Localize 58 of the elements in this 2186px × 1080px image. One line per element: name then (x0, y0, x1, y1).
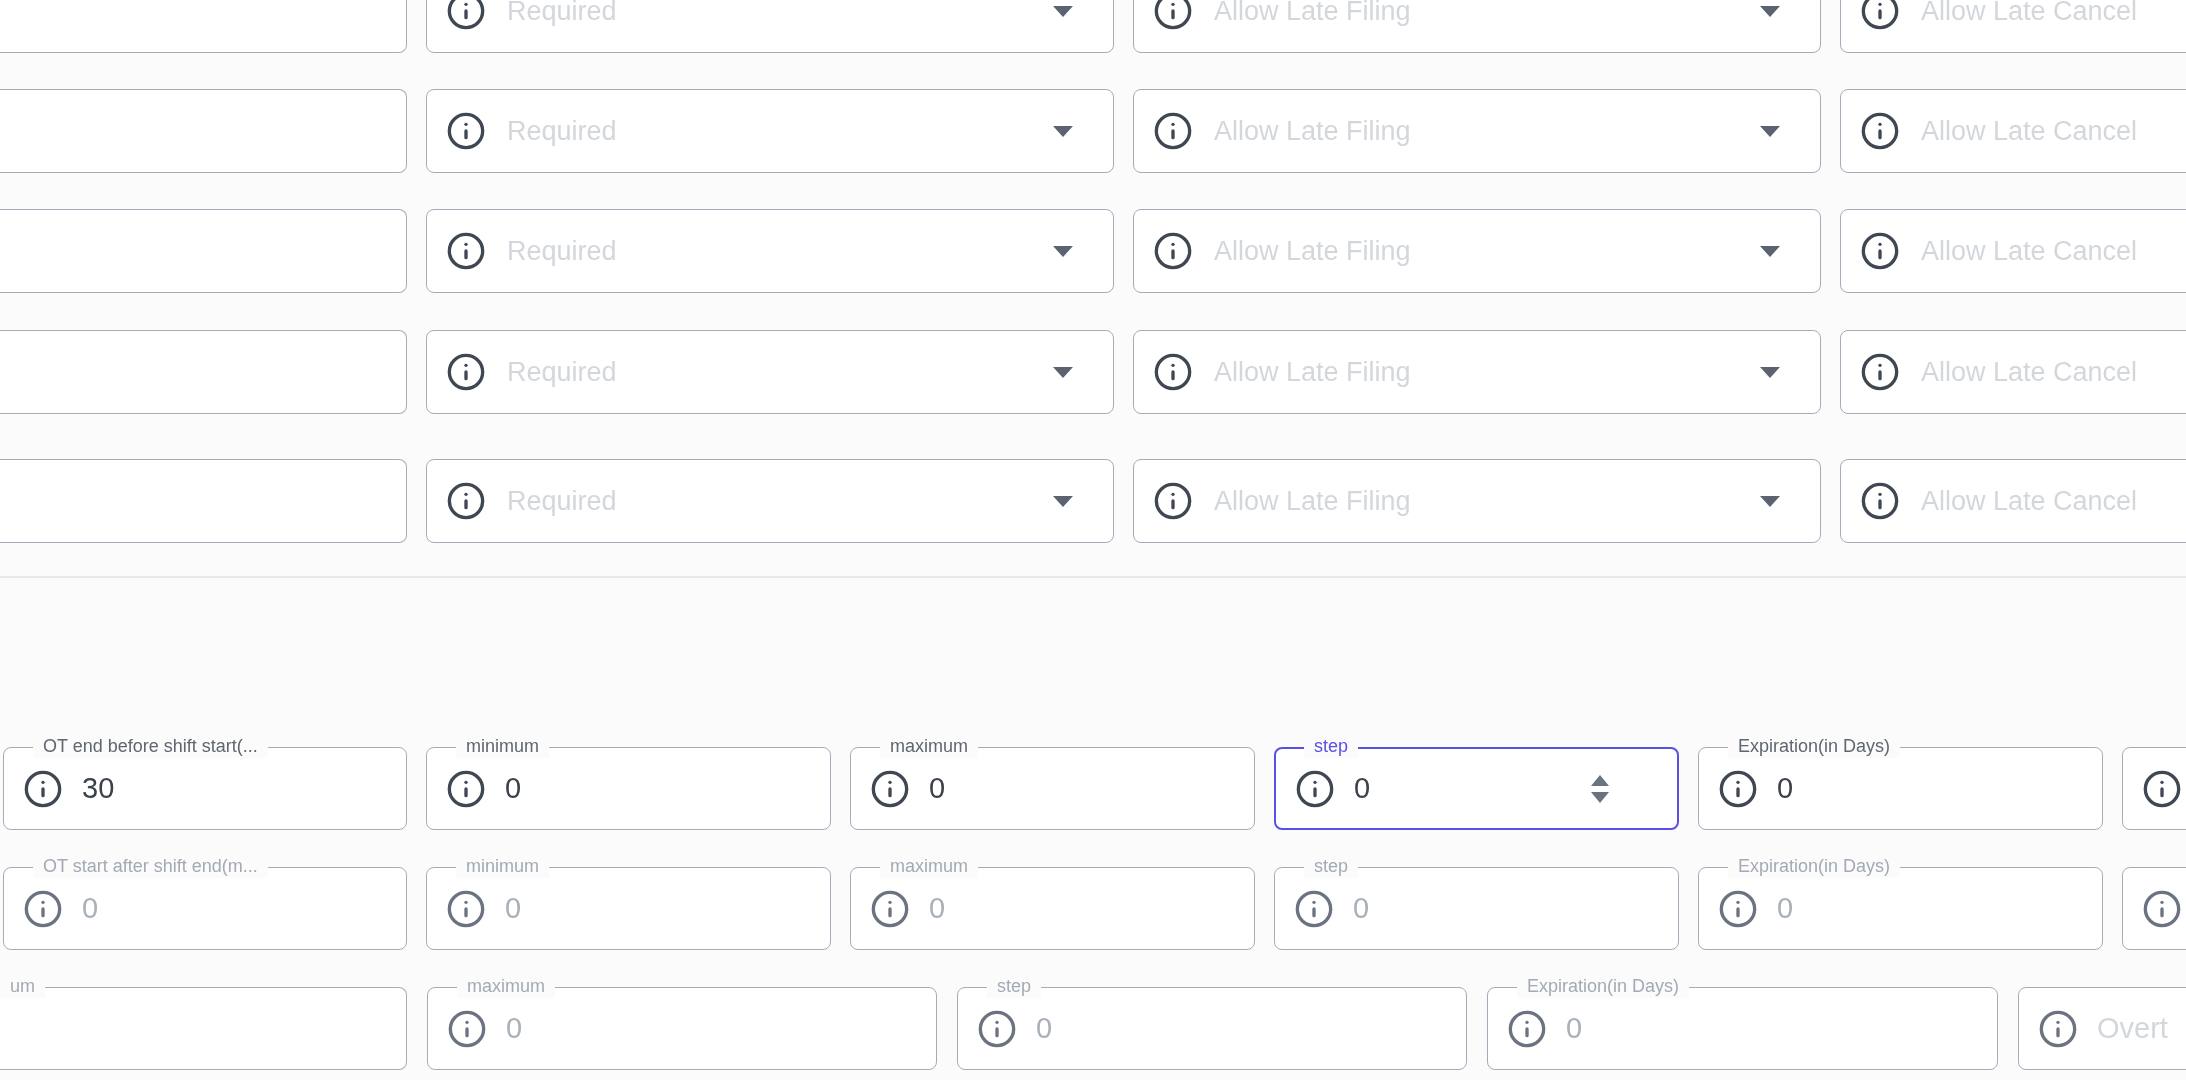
caret-icon[interactable] (1760, 125, 1780, 137)
info-icon (446, 888, 486, 929)
info-icon (1860, 0, 1900, 31)
info-icon (1507, 1008, 1547, 1049)
info-icon (870, 888, 910, 929)
info-icon (1860, 111, 1900, 151)
field-value: 0 (1354, 770, 1372, 806)
text-field[interactable] (0, 209, 407, 293)
info-icon (23, 768, 63, 809)
info-icon (2038, 1008, 2078, 1049)
info-icon (447, 1008, 487, 1049)
caret-icon[interactable] (1053, 125, 1073, 137)
caret-icon[interactable] (1053, 245, 1073, 257)
caret-icon[interactable] (1760, 495, 1780, 507)
info-icon (446, 111, 486, 151)
text-field[interactable] (0, 459, 407, 543)
field-value: 0 (1777, 770, 1795, 806)
field-value: 0 (1036, 1010, 1054, 1046)
text-field[interactable] (0, 330, 407, 414)
info-icon (977, 1008, 1017, 1049)
info-icon (2142, 888, 2182, 929)
info-icon (446, 0, 486, 31)
caret-icon[interactable] (1760, 245, 1780, 257)
field-value: 0 (1353, 890, 1371, 926)
info-icon (446, 352, 486, 392)
field-value: 0 (1777, 890, 1795, 926)
field-value: 30 (82, 770, 116, 806)
caret-icon[interactable] (1760, 5, 1780, 17)
info-icon (1153, 352, 1193, 392)
field-value: 0 (1566, 1010, 1584, 1046)
info-icon (1153, 0, 1193, 31)
field-value: 0 (82, 890, 100, 926)
info-icon (1153, 231, 1193, 271)
info-icon (446, 481, 486, 521)
info-icon (1294, 888, 1334, 929)
info-icon (1860, 481, 1900, 521)
info-icon (446, 768, 486, 809)
caret-icon[interactable] (1053, 495, 1073, 507)
field-value: 0 (929, 890, 947, 926)
info-icon (1153, 111, 1193, 151)
text-field[interactable] (0, 89, 407, 173)
field-value: 0 (506, 1010, 524, 1046)
caret-icon[interactable] (1760, 366, 1780, 378)
info-icon (870, 768, 910, 809)
info-icon (1718, 888, 1758, 929)
field-value: 0 (505, 890, 523, 926)
info-icon (2142, 768, 2182, 809)
info-icon (446, 231, 486, 271)
info-icon (1860, 352, 1900, 392)
caret-icon[interactable] (1053, 366, 1073, 378)
info-icon (1295, 768, 1335, 809)
info-icon (1153, 481, 1193, 521)
caret-icon[interactable] (1053, 5, 1073, 17)
field-value: 0 (505, 770, 523, 806)
field-value: 0 (929, 770, 947, 806)
info-icon (1860, 231, 1900, 271)
info-icon (23, 888, 63, 929)
info-icon (1718, 768, 1758, 809)
